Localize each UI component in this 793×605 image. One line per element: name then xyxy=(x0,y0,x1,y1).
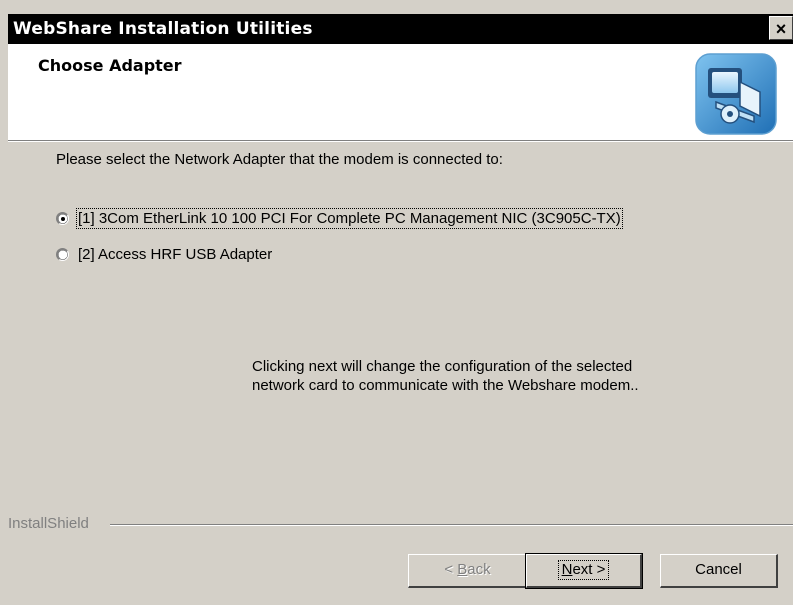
info-text: Clicking next will change the configurat… xyxy=(252,357,639,395)
installer-dialog: WebShare Installation Utilities × Choose… xyxy=(0,0,793,605)
back-button-mnemonic: B xyxy=(457,561,468,578)
radio-selected-icon[interactable] xyxy=(56,212,69,225)
footer-divider-highlight xyxy=(110,525,793,526)
header-panel: Choose Adapter xyxy=(8,44,793,140)
page-title: Choose Adapter xyxy=(38,56,182,75)
next-button-focus: Next > xyxy=(557,560,610,580)
adapter-option-2[interactable]: [2] Access HRF USB Adapter xyxy=(56,246,272,263)
close-button[interactable]: × xyxy=(769,16,793,40)
next-button[interactable]: Next > xyxy=(525,553,643,589)
cancel-button[interactable]: Cancel xyxy=(660,554,778,588)
info-line-1: Clicking next will change the configurat… xyxy=(252,358,633,375)
next-button-mnemonic: N xyxy=(561,561,573,578)
computer-setup-icon xyxy=(695,53,777,135)
close-icon: × xyxy=(775,19,787,39)
radio-unselected-icon[interactable] xyxy=(56,248,69,261)
installshield-brand: InstallShield xyxy=(8,515,89,532)
adapter-prompt: Please select the Network Adapter that t… xyxy=(56,151,503,168)
adapter-option-2-label[interactable]: [2] Access HRF USB Adapter xyxy=(78,246,272,263)
adapter-option-1[interactable]: [1] 3Com EtherLink 10 100 PCI For Comple… xyxy=(56,208,623,229)
back-button-prefix: < xyxy=(444,561,458,578)
window-title: WebShare Installation Utilities xyxy=(13,19,313,39)
back-button[interactable]: < Back xyxy=(408,554,528,588)
next-button-label: ext > xyxy=(572,561,606,578)
adapter-option-1-label[interactable]: [1] 3Com EtherLink 10 100 PCI For Comple… xyxy=(76,208,623,229)
info-line-2: network card to communicate with the Web… xyxy=(252,377,639,394)
title-bar[interactable]: WebShare Installation Utilities × xyxy=(8,14,793,44)
dialog-body: Please select the Network Adapter that t… xyxy=(8,142,793,605)
back-button-label: ack xyxy=(467,561,491,578)
cancel-button-label: Cancel xyxy=(695,561,742,578)
